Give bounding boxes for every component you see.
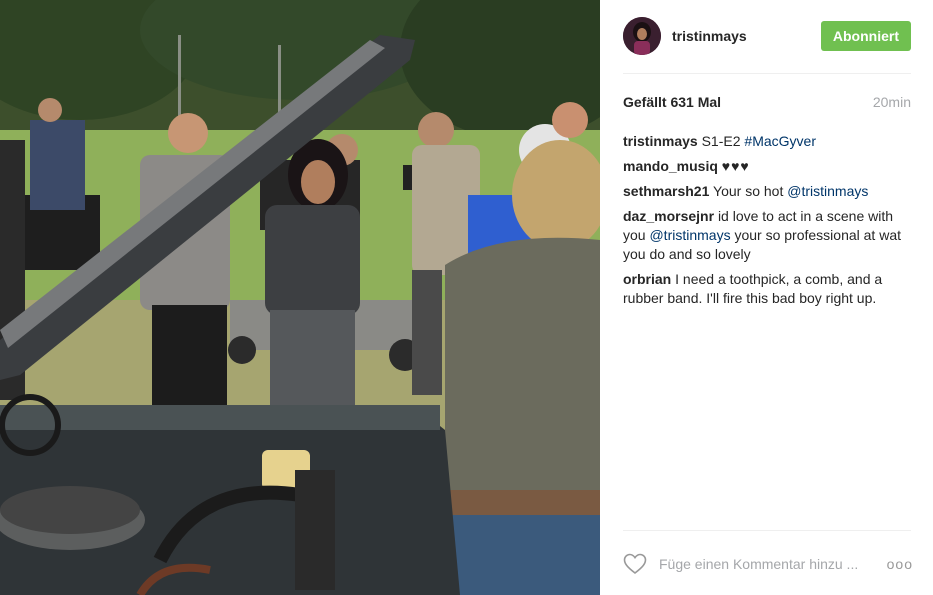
header-divider: [623, 73, 911, 74]
post-photo: [0, 0, 600, 595]
comment-item: mando_musiq ♥♥♥: [623, 157, 913, 176]
comment-item: sethmarsh21 Your so hot @tristinmays: [623, 182, 913, 201]
avatar-image: [623, 17, 661, 55]
post-header: tristinmays Abonniert: [623, 15, 911, 57]
comment-username[interactable]: orbrian: [623, 271, 671, 287]
footer-divider: [623, 530, 911, 531]
likes-row: Gefällt 631 Mal 20min: [623, 94, 911, 110]
comment-link[interactable]: #MacGyver: [744, 133, 816, 149]
comment-username[interactable]: mando_musiq: [623, 158, 718, 174]
post-time[interactable]: 20min: [873, 94, 911, 110]
comment-item: orbrian I need a toothpick, a comb, and …: [623, 270, 913, 308]
comment-text: ♥♥♥: [721, 158, 750, 174]
comment-footer: ooo: [623, 546, 913, 582]
comment-username[interactable]: daz_morsejnr: [623, 208, 714, 224]
comment-text: S1-E2: [701, 133, 745, 149]
comment-username[interactable]: tristinmays: [623, 133, 698, 149]
follow-button[interactable]: Abonniert: [820, 21, 911, 51]
photo-image: [0, 0, 600, 595]
avatar[interactable]: [623, 17, 661, 55]
post-sidebar: tristinmays Abonniert Gefällt 631 Mal 20…: [600, 0, 933, 595]
heart-outline-icon[interactable]: [623, 553, 647, 575]
comment-link[interactable]: @tristinmays: [787, 183, 868, 199]
comment-username[interactable]: sethmarsh21: [623, 183, 709, 199]
comment-item: daz_morsejnr id love to act in a scene w…: [623, 207, 913, 264]
comment-input[interactable]: [657, 555, 887, 573]
comment-text: Your so hot: [713, 183, 788, 199]
username[interactable]: tristinmays: [672, 28, 821, 44]
comments-list: tristinmays S1-E2 #MacGyver mando_musiq ♥…: [623, 132, 913, 314]
comment-item: tristinmays S1-E2 #MacGyver: [623, 132, 913, 151]
more-options-icon[interactable]: ooo: [887, 556, 913, 572]
comment-link[interactable]: @tristinmays: [649, 227, 730, 243]
likes-count[interactable]: Gefällt 631 Mal: [623, 94, 721, 110]
